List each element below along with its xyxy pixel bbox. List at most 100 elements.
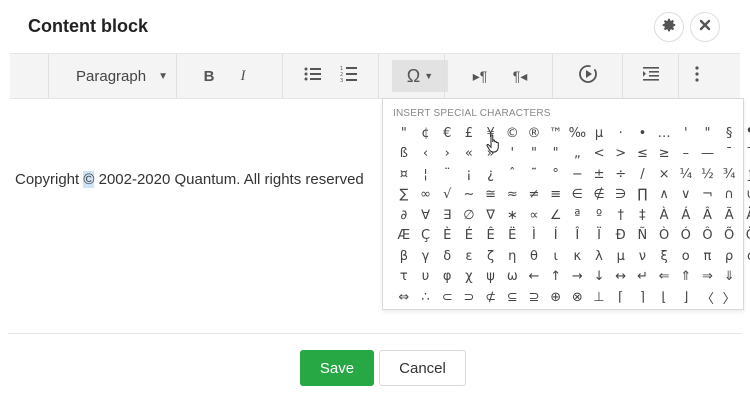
special-character-cell[interactable]: ν xyxy=(632,246,654,267)
special-character-cell[interactable]: Ð xyxy=(610,226,632,247)
special-character-cell[interactable]: ⇓ xyxy=(718,267,740,288)
special-character-cell[interactable]: ⊇ xyxy=(523,287,545,308)
special-character-cell[interactable]: ⊄ xyxy=(480,287,502,308)
special-character-cell[interactable]: © xyxy=(501,123,523,144)
special-character-cell[interactable]: φ xyxy=(436,267,458,288)
special-character-cell[interactable]: γ xyxy=(415,246,437,267)
special-character-cell[interactable]: ¤ xyxy=(393,164,415,185)
special-character-cell[interactable]: ∝ xyxy=(523,205,545,226)
special-character-cell[interactable]: ω xyxy=(501,267,523,288)
special-character-cell[interactable]: ½ xyxy=(697,164,719,185)
special-character-cell[interactable]: · xyxy=(610,123,632,144)
bullet-list-button[interactable] xyxy=(300,63,326,89)
special-character-cell[interactable]: ‰ xyxy=(567,123,589,144)
special-character-cell[interactable]: ↑ xyxy=(545,267,567,288)
special-character-cell[interactable]: ↓ xyxy=(588,267,610,288)
special-character-cell[interactable]: ρ xyxy=(718,246,740,267)
special-character-cell[interactable]: Á xyxy=(675,205,697,226)
special-character-cell[interactable]: „ xyxy=(567,144,589,165)
special-character-cell[interactable]: ∈ xyxy=(567,185,589,206)
special-character-cell[interactable]: ‾ xyxy=(740,144,750,165)
special-character-cell[interactable]: € xyxy=(436,123,458,144)
special-character-cell[interactable]: ⊗ xyxy=(567,287,589,308)
special-character-cell[interactable]: " xyxy=(545,144,567,165)
special-character-cell[interactable]: κ xyxy=(567,246,589,267)
special-character-cell[interactable]: ⇒ xyxy=(697,267,719,288)
special-character-cell[interactable]: Ë xyxy=(501,226,523,247)
special-character-cell[interactable]: £ xyxy=(458,123,480,144)
special-character-cell[interactable]: Ä xyxy=(740,205,750,226)
special-character-cell[interactable]: ∴ xyxy=(415,287,437,308)
special-character-cell[interactable]: ™ xyxy=(545,123,567,144)
special-character-cell[interactable]: ∉ xyxy=(588,185,610,206)
special-character-cell[interactable]: ¢ xyxy=(415,123,437,144)
cancel-button[interactable]: Cancel xyxy=(379,350,466,386)
close-button[interactable] xyxy=(690,12,720,42)
rtl-button[interactable]: ¶◂ xyxy=(506,63,534,89)
special-character-cell[interactable]: ' xyxy=(501,144,523,165)
media-button[interactable] xyxy=(574,63,602,89)
special-character-cell[interactable]: " xyxy=(697,123,719,144)
special-character-cell[interactable]: ← xyxy=(523,267,545,288)
special-character-cell[interactable]: Ñ xyxy=(632,226,654,247)
special-character-cell[interactable]: ≠ xyxy=(523,185,545,206)
special-character-cell[interactable]: ⊃ xyxy=(458,287,480,308)
special-character-cell[interactable]: ∨ xyxy=(675,185,697,206)
special-character-cell[interactable]: ∀ xyxy=(415,205,437,226)
special-character-cell[interactable]: √ xyxy=(436,185,458,206)
special-character-cell[interactable]: ⇐ xyxy=(653,267,675,288)
italic-button[interactable]: I xyxy=(230,63,256,89)
special-character-cell[interactable]: ° xyxy=(545,164,567,185)
special-character-cell[interactable]: ξ xyxy=(653,246,675,267)
special-character-cell[interactable]: ∂ xyxy=(393,205,415,226)
special-character-cell[interactable]: ε xyxy=(458,246,480,267)
special-character-cell[interactable]: µ xyxy=(588,123,610,144)
special-character-cell[interactable]: ψ xyxy=(480,267,502,288)
special-character-cell[interactable]: β xyxy=(393,246,415,267)
special-character-cell[interactable]: Ô xyxy=(697,226,719,247)
special-character-cell[interactable]: η xyxy=(501,246,523,267)
special-character-cell[interactable]: / xyxy=(632,164,654,185)
special-character-cell[interactable]: π xyxy=(697,246,719,267)
special-character-cell[interactable]: → xyxy=(567,267,589,288)
special-character-cell[interactable]: ¾ xyxy=(718,164,740,185)
special-character-cell[interactable]: ÷ xyxy=(610,164,632,185)
special-character-cell[interactable]: — xyxy=(697,144,719,165)
special-character-cell[interactable]: ↔ xyxy=(610,267,632,288)
paragraph-format-select[interactable]: Paragraph ▼ xyxy=(62,63,182,89)
special-character-cell[interactable]: Æ xyxy=(393,226,415,247)
special-character-cell[interactable]: † xyxy=(610,205,632,226)
special-character-cell[interactable]: ‹ xyxy=(415,144,437,165)
special-character-cell[interactable]: ¡ xyxy=(458,164,480,185)
special-character-cell[interactable]: º xyxy=(588,205,610,226)
special-character-cell[interactable]: ⊆ xyxy=(501,287,523,308)
special-character-cell[interactable]: Ì xyxy=(523,226,545,247)
special-character-cell[interactable]: τ xyxy=(393,267,415,288)
special-character-cell[interactable]: … xyxy=(653,123,675,144)
special-character-cell[interactable]: ⊂ xyxy=(436,287,458,308)
special-character-cell[interactable]: ‡ xyxy=(632,205,654,226)
special-character-cell[interactable]: ® xyxy=(523,123,545,144)
special-character-cell[interactable]: ς xyxy=(740,246,750,267)
special-character-cell[interactable]: ∠ xyxy=(545,205,567,226)
special-character-cell[interactable]: ¨ xyxy=(436,164,458,185)
special-character-cell[interactable]: " xyxy=(523,144,545,165)
special-character-cell[interactable]: " xyxy=(393,123,415,144)
special-character-cell[interactable]: μ xyxy=(610,246,632,267)
special-character-cell[interactable]: Ç xyxy=(415,226,437,247)
special-character-cell[interactable]: 〈 xyxy=(697,287,719,308)
special-character-cell[interactable]: ↵ xyxy=(632,267,654,288)
special-character-cell[interactable]: § xyxy=(718,123,740,144)
special-character-cell[interactable]: « xyxy=(458,144,480,165)
special-character-cell[interactable]: Ó xyxy=(675,226,697,247)
special-character-cell[interactable]: ¶ xyxy=(740,123,750,144)
special-character-cell[interactable]: Ò xyxy=(653,226,675,247)
special-character-cell[interactable]: Í xyxy=(545,226,567,247)
special-character-cell[interactable]: Î xyxy=(567,226,589,247)
special-character-cell[interactable]: ≥ xyxy=(653,144,675,165)
special-character-cell[interactable]: ζ xyxy=(480,246,502,267)
special-character-cell[interactable]: ⌈ xyxy=(610,287,632,308)
special-character-cell[interactable]: ≤ xyxy=(632,144,654,165)
special-character-cell[interactable]: ¼ xyxy=(675,164,697,185)
special-character-cell[interactable]: θ xyxy=(523,246,545,267)
